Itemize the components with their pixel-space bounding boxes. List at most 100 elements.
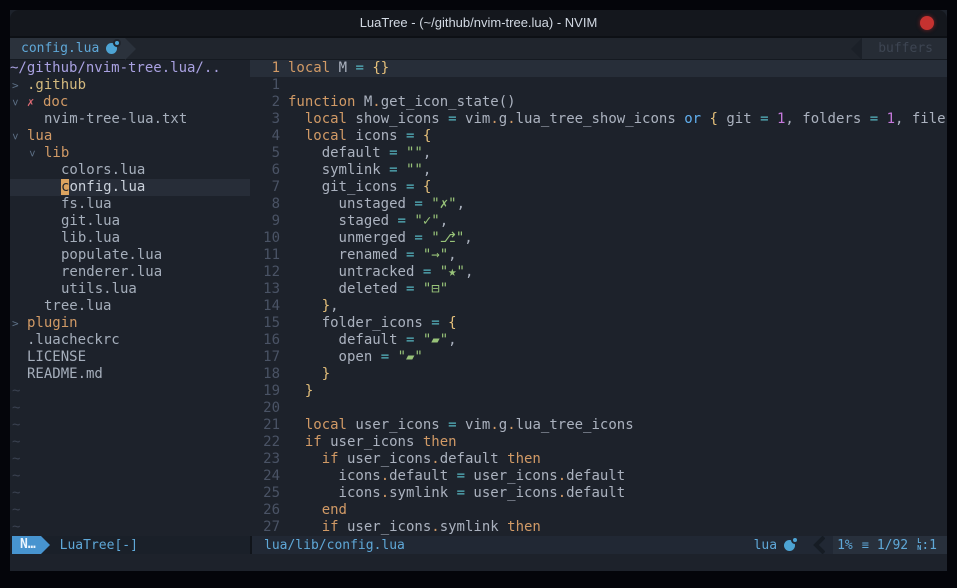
- tab-line: config.lua buffers: [10, 38, 947, 60]
- tree-item-colors.lua[interactable]: colors.lua: [10, 162, 250, 179]
- editor-line[interactable]: 23if user_icons.default then: [250, 451, 947, 468]
- editor-line[interactable]: 8unstaged = "✗",: [250, 196, 947, 213]
- editor-line[interactable]: 13deleted = "⊟": [250, 281, 947, 298]
- tree-item-LICENSE[interactable]: LICENSE: [10, 349, 250, 366]
- tree-item-label: doc: [43, 94, 68, 111]
- tree-item-lib.lua[interactable]: lib.lua: [10, 230, 250, 247]
- tree-item-README.md[interactable]: README.md: [10, 366, 250, 383]
- tree-item-doc[interactable]: >✗doc: [10, 94, 250, 111]
- chevron-left-icon: [813, 536, 825, 554]
- editor-line[interactable]: 20: [250, 400, 947, 417]
- editor-line[interactable]: 12untracked = "★",: [250, 264, 947, 281]
- status-line: N… LuaTree[-] lua/lib/config.lua lua 1% …: [10, 536, 947, 554]
- editor-line[interactable]: 16default = "▰",: [250, 332, 947, 349]
- line-number: 23: [250, 451, 280, 468]
- editor-line[interactable]: 1local M = {}: [250, 60, 947, 77]
- tree-item-renderer.lua[interactable]: renderer.lua: [10, 264, 250, 281]
- tree-item-githubnvim-tree.lua..[interactable]: ~/github/nvim-tree.lua/..: [10, 60, 250, 77]
- tree-item-lib[interactable]: >lib: [10, 145, 250, 162]
- tree-item-label: tree.lua: [44, 298, 111, 315]
- editor-line[interactable]: 19}: [250, 383, 947, 400]
- tree-item-config.lua[interactable]: config.lua: [10, 179, 250, 196]
- empty-line-tilde: ~: [10, 468, 250, 485]
- tabline-spacer: [136, 38, 851, 59]
- line-number: 10: [250, 230, 280, 247]
- tree-item-utils.lua[interactable]: utils.lua: [10, 281, 250, 298]
- editor-line[interactable]: 17open = "▰": [250, 349, 947, 366]
- buffers-label[interactable]: buffers: [862, 38, 947, 59]
- tree-item-populate.lua[interactable]: populate.lua: [10, 247, 250, 264]
- editor-line[interactable]: 11renamed = "→",: [250, 247, 947, 264]
- editor-line[interactable]: 26 end: [250, 502, 947, 519]
- scroll-percent: 1%: [837, 538, 853, 553]
- editor-line[interactable]: 21local user_icons = vim.g.lua_tree_icon…: [250, 417, 947, 434]
- cursor-metrics: 1% ≡ 1/92 LN:1: [833, 536, 947, 554]
- code-text: local icons = {: [288, 128, 431, 145]
- editor-line[interactable]: 5default = "",: [250, 145, 947, 162]
- editor-line[interactable]: 6symlink = "",: [250, 162, 947, 179]
- mode-arrow-icon: [41, 536, 50, 554]
- editor-line[interactable]: 15folder_icons = {: [250, 315, 947, 332]
- tree-item-label: config.lua: [61, 179, 145, 196]
- tree-item-lua[interactable]: >lua: [10, 128, 250, 145]
- chevron-right-icon[interactable]: >: [10, 77, 27, 94]
- line-number: 5: [250, 145, 280, 162]
- tree-item-label: .luacheckrc: [27, 332, 120, 349]
- tree-item-label: LICENSE: [27, 349, 86, 366]
- chevron-down-icon[interactable]: >: [27, 145, 44, 162]
- editor-line[interactable]: 1: [250, 77, 947, 94]
- empty-line-tilde: ~: [10, 434, 250, 451]
- code-text: end: [288, 502, 347, 519]
- code-text: },: [288, 298, 339, 315]
- chevron-down-icon[interactable]: >: [10, 94, 27, 111]
- tree-item-git.lua[interactable]: git.lua: [10, 213, 250, 230]
- editor-line[interactable]: 24 icons.default = user_icons.default: [250, 468, 947, 485]
- tree-item-plugin[interactable]: >plugin: [10, 315, 250, 332]
- buffers-chevron-icon: [851, 38, 862, 60]
- tree-item-.luacheckrc[interactable]: .luacheckrc: [10, 332, 250, 349]
- line-number: 7: [250, 179, 280, 196]
- line-number: 24: [250, 468, 280, 485]
- line-number: 15: [250, 315, 280, 332]
- tree-item-label: renderer.lua: [61, 264, 162, 281]
- code-editor: 1local M = {}12function M.get_icon_state…: [250, 60, 947, 536]
- close-button[interactable]: [920, 16, 934, 30]
- line-number: 25: [250, 485, 280, 502]
- column-position: LN:1: [917, 538, 937, 553]
- chevron-down-icon[interactable]: >: [10, 128, 27, 145]
- editor-line[interactable]: 25icons.symlink = user_icons.default: [250, 485, 947, 502]
- editor-line[interactable]: 7git_icons = {: [250, 179, 947, 196]
- tree-item-fs.lua[interactable]: fs.lua: [10, 196, 250, 213]
- editor-line[interactable]: 10unmerged = "⎇",: [250, 230, 947, 247]
- title-bar: LuaTree - (~/github/nvim-tree.lua) - NVI…: [10, 10, 947, 38]
- editor-line[interactable]: 2function M.get_icon_state(): [250, 94, 947, 111]
- editor-line[interactable]: 9staged = "✓",: [250, 213, 947, 230]
- line-number: 26: [250, 502, 280, 519]
- code-text: local user_icons = vim.g.lua_tree_icons: [288, 417, 634, 434]
- code-text: if user_icons then: [288, 434, 457, 451]
- chevron-right-icon[interactable]: >: [10, 315, 27, 332]
- tree-item-label: fs.lua: [61, 196, 112, 213]
- code-text: local show_icons = vim.g.lua_tree_show_i…: [288, 111, 947, 128]
- line-position: ≡ 1/92: [862, 538, 908, 553]
- editor-line[interactable]: 22if user_icons then: [250, 434, 947, 451]
- editor-line[interactable]: 18}: [250, 366, 947, 383]
- editor-line[interactable]: 27if user_icons.symlink then: [250, 519, 947, 536]
- editor-statusline: lua/lib/config.lua lua 1% ≡ 1/92 LN:1: [252, 536, 947, 554]
- tree-item-nvim-tree-lua.txt[interactable]: nvim-tree-lua.txt: [10, 111, 250, 128]
- tree-item-label: ~/github/nvim-tree.lua/..: [10, 60, 221, 77]
- code-text: icons.default = user_icons.default: [288, 468, 625, 485]
- editor-line[interactable]: 14},: [250, 298, 947, 315]
- line-number: 6: [250, 162, 280, 179]
- editor-line[interactable]: 3local show_icons = vim.g.lua_tree_show_…: [250, 111, 947, 128]
- line-number: 19: [250, 383, 280, 400]
- tree-item-tree.lua[interactable]: tree.lua: [10, 298, 250, 315]
- code-text: }: [288, 383, 313, 400]
- tab-config-lua[interactable]: config.lua: [10, 38, 125, 59]
- command-line[interactable]: [10, 554, 947, 571]
- tree-item-.github[interactable]: >.github: [10, 77, 250, 94]
- editor-line[interactable]: 4local icons = {: [250, 128, 947, 145]
- window-title: LuaTree - (~/github/nvim-tree.lua) - NVI…: [10, 10, 947, 36]
- line-count: 1/92: [877, 538, 908, 553]
- code-text: renamed = "→",: [288, 247, 457, 264]
